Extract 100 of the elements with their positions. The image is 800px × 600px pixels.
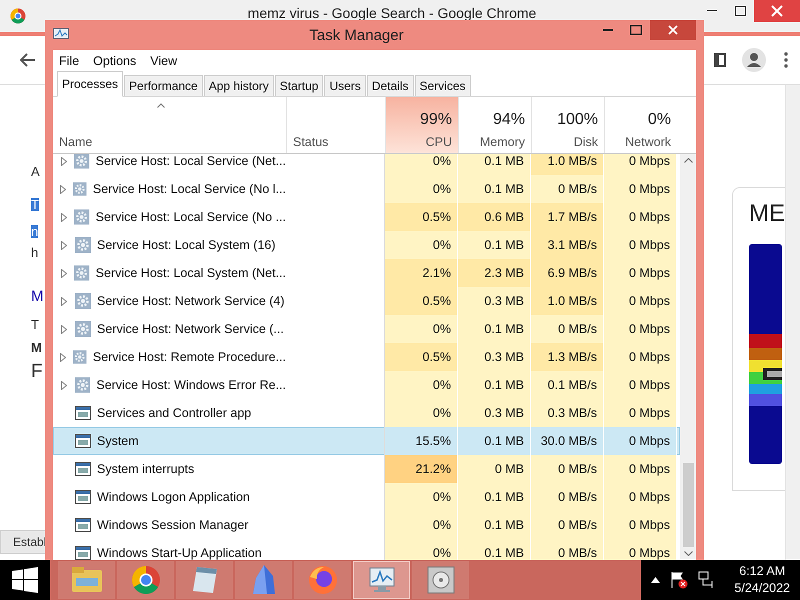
highlighted-column-header[interactable]: 99% CPU	[385, 97, 458, 153]
process-name: Service Host: Remote Procedure...	[92, 350, 286, 364]
metric-cell: 0 Mbps	[604, 427, 677, 455]
menu-item[interactable]: View	[150, 54, 178, 68]
gear-icon	[73, 181, 87, 197]
metric-cell: 0%	[385, 154, 458, 175]
maximize-icon	[630, 25, 642, 35]
process-name: Service Host: Network Service (...	[97, 322, 284, 336]
close-button[interactable]	[754, 0, 800, 22]
gear-icon	[74, 209, 90, 225]
gear-icon	[74, 265, 90, 281]
browser-logo-icon	[10, 8, 26, 24]
metric-cell: 0.1 MB	[458, 315, 531, 343]
drive-icon	[426, 566, 454, 594]
selected-process-row[interactable]: System 15.5% 0.1 MB 30.0 MB/s 0 Mbps	[53, 427, 680, 455]
expand-arrow-icon[interactable]	[61, 240, 67, 250]
start-icon	[12, 567, 38, 593]
back-arrow-icon[interactable]	[20, 53, 36, 67]
monitor-chart-icon	[53, 28, 69, 42]
process-name: Service Host: Local System (Net...	[96, 266, 286, 280]
column-header[interactable]: Memory	[480, 135, 525, 149]
metric-cell: 0 Mbps	[604, 511, 677, 539]
tab[interactable]: Services	[414, 75, 471, 96]
window-title: memz virus - Google Search - Google Chrome	[246, 4, 538, 20]
metric-cell: 0%	[385, 511, 458, 539]
profile-icon[interactable]	[742, 48, 766, 72]
date-text: 5/24/2022	[734, 580, 790, 597]
process-name: Service Host: Windows Error Re...	[96, 378, 286, 392]
gear-icon	[74, 154, 90, 169]
notepad-icon	[190, 565, 218, 595]
metric-cell: 0%	[385, 315, 458, 343]
taskbar-button[interactable]	[235, 561, 292, 599]
metric-cell: 0.1 MB	[458, 483, 531, 511]
usage-total: 100%	[557, 111, 598, 129]
tab[interactable]: Processes	[57, 71, 124, 97]
fox-browser-icon	[308, 565, 338, 595]
tab[interactable]: Details	[366, 75, 414, 96]
column-header[interactable]: Name	[59, 135, 92, 149]
taskbar-button[interactable]	[58, 561, 115, 599]
metric-cell: 2.3 MB	[458, 259, 531, 287]
column-header[interactable]: Status	[293, 135, 328, 149]
close-icon	[771, 5, 783, 17]
metric-cell: 0.3 MB/s	[531, 399, 604, 427]
tab[interactable]: Performance	[124, 75, 203, 96]
tab[interactable]: App history	[204, 75, 274, 96]
metric-cell: 0%	[385, 539, 458, 560]
expand-arrow-icon[interactable]	[61, 324, 67, 334]
minimize-icon	[603, 29, 613, 31]
tab[interactable]: Users	[324, 75, 366, 96]
taskbar-button[interactable]	[117, 561, 174, 599]
expand-arrow-icon[interactable]	[61, 296, 67, 306]
scroll-thumb[interactable]	[682, 463, 694, 547]
column-header[interactable]: Network	[625, 135, 671, 149]
expand-arrow-icon[interactable]	[60, 212, 67, 222]
start-button[interactable]	[0, 560, 50, 600]
metric-cell: 0.5%	[385, 343, 458, 371]
crystal-icon	[250, 564, 276, 596]
tray-caret-icon[interactable]	[651, 577, 660, 583]
scroll-up-icon[interactable]	[684, 158, 692, 163]
process-name: Service Host: Network Service (4)	[97, 294, 285, 308]
column-header[interactable]: Disk	[574, 135, 598, 149]
close-button[interactable]	[650, 20, 696, 40]
expand-arrow-icon[interactable]	[60, 184, 66, 194]
expand-arrow-icon[interactable]	[60, 352, 66, 362]
metric-cell: 1.0 MB/s	[531, 287, 604, 315]
column-header[interactable]: CPU	[426, 135, 452, 149]
metric-cell: 0 Mbps	[604, 455, 677, 483]
expand-arrow-icon[interactable]	[60, 156, 67, 166]
metric-cell: 0%	[385, 399, 458, 427]
gear-icon	[75, 237, 91, 253]
metric-cell: 0 Mbps	[604, 343, 677, 371]
browser-icon	[130, 565, 160, 595]
card-title: ME	[749, 200, 785, 228]
taskbar-button[interactable]	[353, 561, 410, 599]
menu-item[interactable]: Options	[93, 54, 136, 68]
metric-cell: 0.1 MB	[458, 539, 531, 560]
scroll-down-icon[interactable]	[684, 551, 692, 556]
expand-arrow-icon[interactable]	[60, 380, 67, 390]
scrollbar[interactable]	[680, 154, 696, 560]
menu-dots-icon[interactable]	[784, 52, 788, 68]
metric-cell: 6.9 MB/s	[531, 259, 604, 287]
menu-item[interactable]: File	[59, 54, 80, 68]
metric-cell: 0 MB/s	[531, 483, 604, 511]
panel-icon[interactable]	[714, 53, 726, 67]
text-fragment: T	[31, 318, 39, 331]
metric-cell: 0 Mbps	[604, 203, 677, 231]
flag-error-icon[interactable]	[670, 571, 688, 589]
taskbar-button[interactable]	[294, 561, 351, 599]
metric-cell: 0.1 MB	[458, 371, 531, 399]
metric-cell: 0.1 MB	[458, 511, 531, 539]
metric-cell: 0 MB/s	[531, 315, 604, 343]
expand-arrow-icon[interactable]	[60, 268, 67, 278]
taskbar-button[interactable]	[176, 561, 233, 599]
gear-icon	[75, 293, 91, 309]
time-text: 6:12 AM	[739, 563, 786, 580]
scrollbar[interactable]	[785, 85, 800, 560]
text-fragment: M	[31, 341, 42, 354]
metric-cell: 0.3 MB	[458, 343, 531, 371]
taskbar-button[interactable]	[412, 561, 469, 599]
tab[interactable]: Startup	[274, 75, 324, 96]
